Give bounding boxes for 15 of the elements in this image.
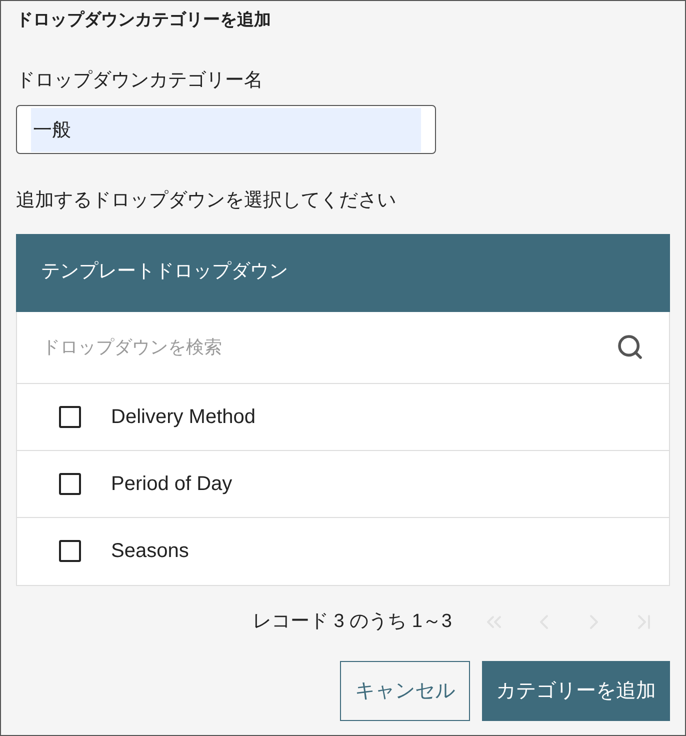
checkbox[interactable]: [59, 540, 81, 562]
dialog-title: ドロップダウンカテゴリーを追加: [16, 9, 271, 31]
dropdown-name: Delivery Method: [111, 404, 256, 430]
cancel-button[interactable]: キャンセル: [340, 661, 470, 721]
table-header: テンプレートドロップダウン: [16, 234, 670, 312]
category-name-field[interactable]: 一般: [16, 105, 436, 154]
checkbox[interactable]: [59, 406, 81, 428]
search-icon[interactable]: [616, 333, 644, 361]
checkbox[interactable]: [59, 472, 81, 494]
dropdown-name: Period of Day: [111, 472, 232, 496]
record-summary: レコード 3 のうち 1～3: [252, 610, 452, 634]
field-label: ドロップダウンカテゴリー名: [16, 68, 263, 92]
dropdown-name: Seasons: [111, 539, 189, 564]
add-category-button[interactable]: カテゴリーを追加: [482, 661, 670, 721]
prompt-text: 追加するドロップダウンを選択してください: [16, 189, 396, 213]
